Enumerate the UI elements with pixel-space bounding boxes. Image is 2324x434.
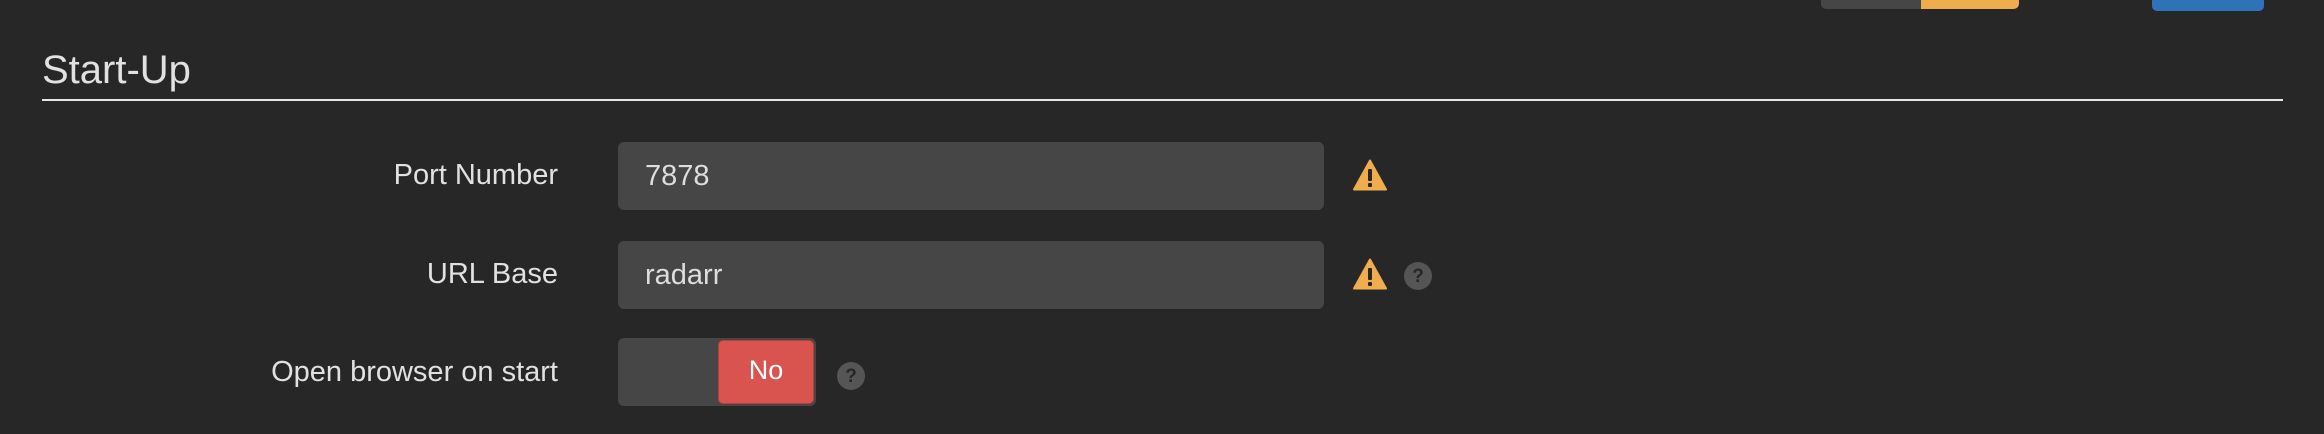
settings-page: Start-Up Port Number URL Base ? Open bro… (0, 0, 2324, 434)
open-browser-label: Open browser on start (271, 356, 558, 388)
previous-section-button[interactable] (2152, 0, 2264, 11)
port-number-label: Port Number (393, 159, 558, 191)
open-browser-help-icon[interactable]: ? (836, 361, 866, 391)
port-number-input[interactable] (618, 142, 1324, 210)
url-base-label: URL Base (426, 258, 558, 290)
open-browser-toggle-state[interactable]: No (718, 340, 814, 404)
open-browser-toggle[interactable]: No (618, 338, 816, 406)
port-warning-icon[interactable] (1353, 159, 1387, 191)
previous-section-toggle[interactable] (1821, 0, 2019, 9)
url-base-input[interactable] (618, 241, 1324, 309)
url-base-help-icon[interactable]: ? (1403, 261, 1433, 291)
svg-text:?: ? (1412, 266, 1424, 287)
url-base-warning-icon[interactable] (1353, 258, 1387, 290)
previous-section-toggle-on (1921, 0, 2019, 9)
svg-text:?: ? (845, 366, 857, 387)
section-divider (42, 99, 2283, 101)
previous-section-toggle-off (1821, 0, 1921, 9)
section-title: Start-Up (42, 48, 191, 92)
